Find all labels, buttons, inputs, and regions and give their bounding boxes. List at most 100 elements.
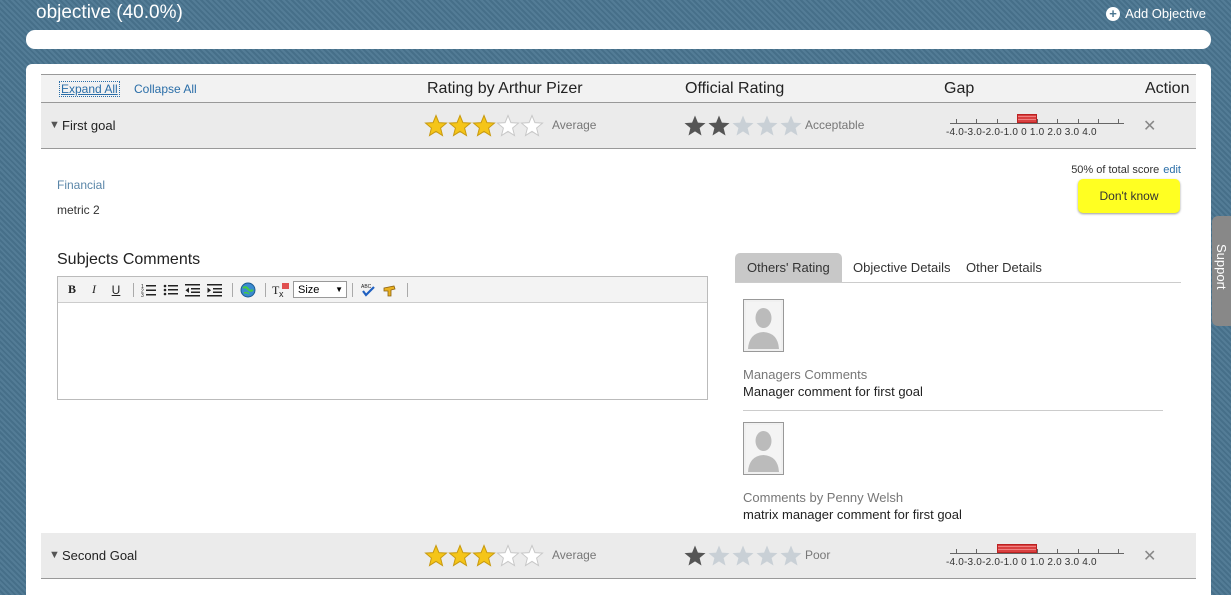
- col-official-rating: Official Rating: [685, 80, 785, 97]
- gap-bar: [996, 544, 1037, 553]
- self-rating-label: Average: [552, 548, 597, 562]
- toolbar-separator: [265, 282, 266, 297]
- score-share: 50% of total score edit: [1071, 164, 1181, 176]
- support-label: Support: [1214, 244, 1229, 290]
- rating-tabs: Others' Rating Objective Details Other D…: [735, 253, 1181, 283]
- star-filled-icon[interactable]: [424, 544, 448, 568]
- gap-scale-labels: -4.0-3.0-2.0-1.0 0 1.0 2.0 3.0 4.0: [946, 127, 1097, 138]
- goal-name: First goal: [62, 118, 116, 133]
- tab-objective-details[interactable]: Objective Details: [853, 253, 951, 282]
- edit-weight-link[interactable]: edit: [1163, 164, 1181, 176]
- col-action: Action: [1145, 80, 1190, 97]
- remove-goal-icon[interactable]: ✕: [1143, 116, 1156, 136]
- star-filled-icon: [684, 545, 706, 566]
- self-rating-label: Average: [552, 118, 597, 132]
- indent-icon[interactable]: [205, 281, 225, 299]
- underline-icon[interactable]: U: [106, 281, 126, 299]
- star-empty-icon: [732, 545, 754, 566]
- svg-text:ABC: ABC: [361, 284, 372, 290]
- subjects-comments-heading: Subjects Comments: [57, 251, 201, 268]
- official-rating-stars: [683, 544, 803, 568]
- star-empty-icon: [780, 545, 802, 566]
- collapse-all-link[interactable]: Collapse All: [134, 82, 197, 96]
- star-empty-icon: [780, 115, 802, 136]
- support-tab[interactable]: Support: [1212, 216, 1231, 326]
- star-empty-icon: [732, 115, 754, 136]
- gap-tick: [1097, 549, 1099, 554]
- star-filled-icon[interactable]: [424, 114, 448, 138]
- collapse-triangle-icon[interactable]: ▼: [49, 549, 60, 561]
- font-size-select-value: Size: [298, 283, 320, 296]
- gap-scale: -4.0-3.0-2.0-1.0 0 1.0 2.0 3.0 4.0: [946, 541, 1128, 571]
- star-empty-icon[interactable]: [496, 544, 520, 568]
- star-empty-icon[interactable]: [520, 114, 544, 138]
- gap-tick: [1118, 549, 1119, 554]
- toolbar-separator: [352, 282, 353, 297]
- spellcheck-icon[interactable]: ABC: [358, 281, 378, 299]
- gap-tick: [996, 119, 998, 124]
- italic-icon[interactable]: I: [84, 281, 104, 299]
- svg-text:3: 3: [141, 293, 144, 297]
- goal-row[interactable]: ▼ Second Goal Average Poor -4.0-3.0-2.0-…: [41, 533, 1196, 579]
- col-rating-by: Rating by Arthur Pizer: [427, 80, 583, 97]
- remove-goal-icon[interactable]: ✕: [1143, 546, 1156, 566]
- col-gap: Gap: [944, 80, 975, 97]
- add-objective-button[interactable]: + Add Objective: [1106, 6, 1206, 21]
- dont-know-button[interactable]: Don't know: [1078, 179, 1180, 213]
- ordered-list-icon[interactable]: 123: [139, 281, 159, 299]
- star-empty-icon: [756, 545, 778, 566]
- goals-panel: Expand All Collapse All Rating by Arthur…: [26, 64, 1211, 595]
- goal-row[interactable]: ▼ First goal Average Acceptable -4.0-3.0…: [41, 103, 1196, 149]
- comment-label: Managers Comments: [743, 367, 868, 382]
- avatar: [743, 422, 784, 475]
- gap-tick: [1057, 549, 1059, 554]
- editor-toolbar: B I U 123 T x Size ▼ ABC: [58, 277, 707, 303]
- star-filled-icon: [684, 115, 706, 136]
- gap-scale: -4.0-3.0-2.0-1.0 0 1.0 2.0 3.0 4.0: [946, 111, 1128, 141]
- official-rating-label: Acceptable: [805, 118, 865, 132]
- avatar: [743, 299, 784, 352]
- objective-header: objective (40.0%) + Add Objective: [36, 0, 1206, 28]
- chevron-down-icon: ▼: [335, 285, 343, 294]
- gap-tick: [956, 549, 957, 554]
- comment-text: matrix manager comment for first goal: [743, 507, 962, 522]
- goal-name: Second Goal: [62, 548, 138, 563]
- gap-tick: [1037, 549, 1038, 554]
- gap-tick: [976, 549, 978, 554]
- star-empty-icon[interactable]: [520, 544, 544, 568]
- collapse-triangle-icon[interactable]: ▼: [49, 119, 60, 131]
- star-filled-icon[interactable]: [448, 544, 472, 568]
- star-filled-icon[interactable]: [472, 114, 496, 138]
- plus-circle-icon: +: [1106, 6, 1121, 21]
- gap-bar: [1016, 114, 1037, 123]
- paste-hand-icon[interactable]: [380, 281, 400, 299]
- self-rating-stars[interactable]: [424, 544, 544, 568]
- gap-scale-labels: -4.0-3.0-2.0-1.0 0 1.0 2.0 3.0 4.0: [946, 557, 1097, 568]
- gap-tick: [976, 119, 978, 124]
- star-empty-icon: [708, 545, 730, 566]
- tab-others-rating[interactable]: Others' Rating: [735, 253, 842, 282]
- toolbar-separator: [133, 282, 134, 297]
- insert-link-globe-icon[interactable]: [238, 281, 258, 299]
- objective-progress-bar: [26, 30, 1211, 49]
- tab-other-details[interactable]: Other Details: [966, 253, 1042, 282]
- expand-all-link[interactable]: Expand All: [59, 81, 120, 97]
- gap-tick: [1118, 119, 1119, 124]
- objective-title: objective (40.0%): [36, 2, 183, 23]
- bullet-list-icon[interactable]: [161, 281, 181, 299]
- self-rating-stars[interactable]: [424, 114, 544, 138]
- star-empty-icon[interactable]: [496, 114, 520, 138]
- gap-tick: [1077, 549, 1079, 554]
- star-filled-icon[interactable]: [448, 114, 472, 138]
- font-size-select[interactable]: Size ▼: [293, 281, 347, 298]
- toolbar-separator: [232, 282, 233, 297]
- outdent-icon[interactable]: [183, 281, 203, 299]
- svg-text:x: x: [279, 289, 284, 298]
- toolbar-separator: [407, 282, 408, 297]
- text-color-icon[interactable]: Tx: [271, 281, 291, 299]
- official-rating-label: Poor: [805, 548, 831, 562]
- comment-editor[interactable]: B I U 123 T x Size ▼ ABC: [57, 276, 708, 400]
- bold-icon[interactable]: B: [62, 281, 82, 299]
- goal-detail: Financial metric 2 50% of total score edi…: [41, 150, 1196, 534]
- star-filled-icon[interactable]: [472, 544, 496, 568]
